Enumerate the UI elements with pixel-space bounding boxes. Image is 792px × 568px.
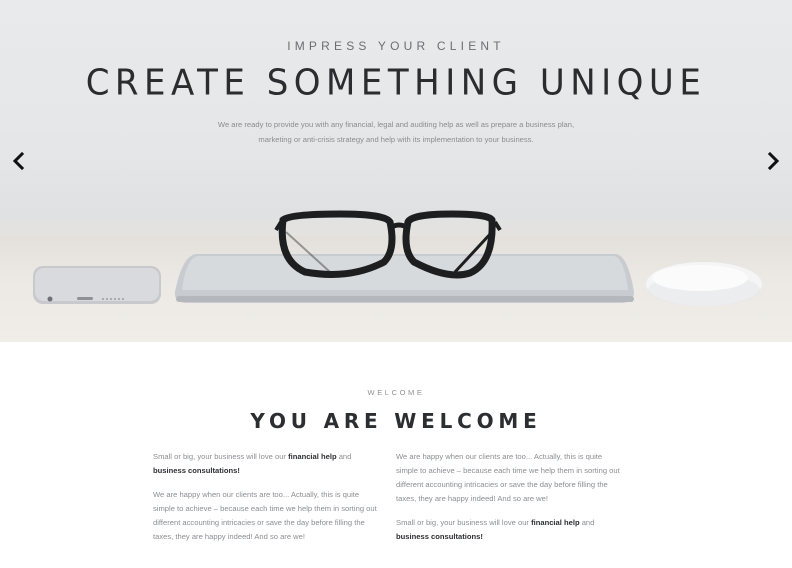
- hero-lead: We are ready to provide you with any fin…: [180, 117, 612, 147]
- paragraph-text: and: [336, 452, 352, 461]
- welcome-right-paragraph-2: Small or big, your business will love ou…: [396, 516, 620, 544]
- welcome-left-paragraph-2: We are happy when our clients are too...…: [153, 490, 377, 541]
- highlight-business-consultations: business consultations!: [153, 466, 240, 475]
- slider-next-button[interactable]: [762, 150, 784, 172]
- laptop-image: [174, 254, 634, 303]
- welcome-right-paragraph-1: We are happy when our clients are too...…: [396, 452, 620, 503]
- chevron-right-icon: [767, 151, 780, 171]
- welcome-title: YOU ARE WELCOME: [250, 409, 542, 433]
- welcome-column-left: Small or big, your business will love ou…: [153, 450, 377, 554]
- hero-lead-line-2: marketing or anti-crisis strategy and he…: [258, 135, 534, 144]
- highlight-financial-help: financial help: [531, 518, 580, 527]
- mouse-image: [646, 262, 762, 306]
- chevron-left-icon: [12, 151, 25, 171]
- paragraph-text: Small or big, your business will love ou…: [153, 452, 289, 461]
- hero-slider: IMPRESS YOUR CLIENT CREATE SOMETHING UNI…: [0, 0, 792, 342]
- welcome-left-paragraph-1: Small or big, your business will love ou…: [153, 450, 377, 478]
- welcome-eyebrow: WELCOME: [367, 388, 425, 397]
- welcome-column-right: We are happy when our clients are too...…: [396, 450, 620, 554]
- slider-prev-button[interactable]: [8, 150, 30, 172]
- paragraph-text: and: [579, 518, 595, 527]
- hero-lead-line-1: We are ready to provide you with any fin…: [217, 120, 575, 129]
- hero-subtitle: IMPRESS YOUR CLIENT: [287, 39, 505, 53]
- phone-image: [33, 266, 161, 304]
- highlight-business-consultations: business consultations!: [396, 532, 483, 541]
- highlight-financial-help: financial help: [288, 452, 337, 461]
- paragraph-text: Small or big, your business will love ou…: [396, 518, 532, 527]
- hero-title: CREATE SOMETHING UNIQUE: [85, 62, 707, 104]
